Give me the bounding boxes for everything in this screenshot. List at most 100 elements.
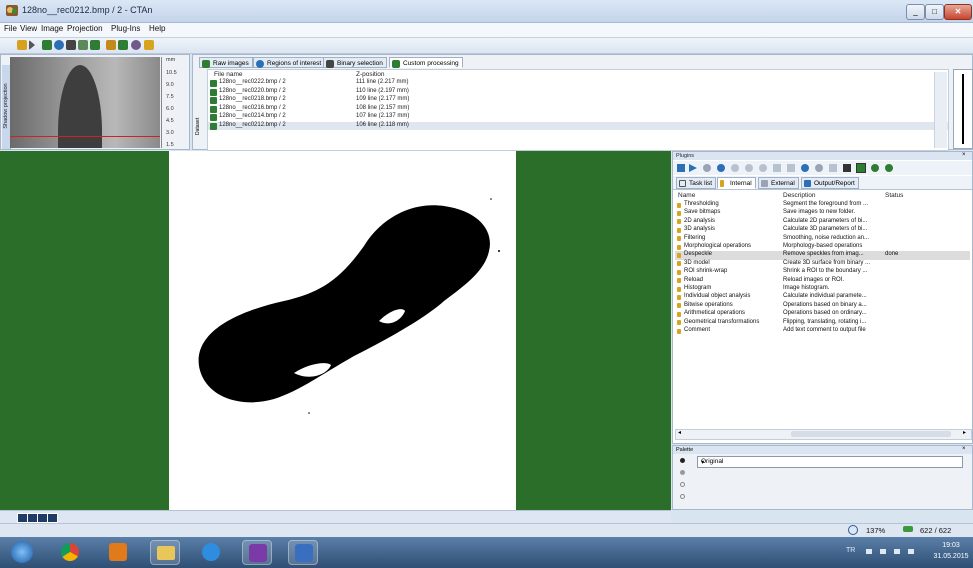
column-status[interactable]: Status [885,192,903,199]
plugins-close-icon[interactable]: × [962,152,966,158]
tab-regions-of-interest[interactable]: Regions of interest [253,57,326,68]
open-folder-icon[interactable] [17,40,27,50]
roi-icon[interactable] [54,40,64,50]
file-row[interactable]: 128no__rec0218.bmp / 2 109 line (2.177 mm… [208,96,948,105]
menu-help[interactable]: Help [149,24,165,33]
minimize-button[interactable]: _ [906,4,925,20]
close-button[interactable]: ✕ [944,4,972,20]
plugin-row[interactable]: Despeckle Remove speckles from imag... don… [675,251,970,260]
taskbar-chrome[interactable] [55,540,85,565]
up-icon[interactable] [731,164,739,172]
plugin-row[interactable]: ROI shrink-wrap Shrink a ROI to the bound… [675,268,970,276]
menu-file[interactable]: File [4,24,17,33]
plugin-row[interactable]: Morphological operations Morphology-based… [675,243,970,251]
paste-icon[interactable] [787,164,795,172]
tab-task-list[interactable]: Task list [676,177,717,189]
report-icon[interactable] [885,164,893,172]
plugin-list-hscrollbar[interactable]: ◂ ▸ [675,429,972,440]
settings-icon[interactable] [703,164,711,172]
refresh-icon[interactable] [815,164,823,172]
down-icon[interactable] [745,164,753,172]
tray-arrow-icon[interactable] [866,549,872,554]
palette-original-icon[interactable] [680,458,685,463]
add-icon[interactable] [717,164,725,172]
plugin-row[interactable]: Geometrical transformations Flipping, tra… [675,319,970,327]
zoom-icon[interactable] [848,525,858,535]
slice-image[interactable] [169,151,516,510]
column-description[interactable]: Description [783,192,816,199]
menu-plugins[interactable]: Plug-Ins [111,24,140,33]
export-icon[interactable] [871,164,879,172]
taskbar-app[interactable] [288,540,318,565]
file-row[interactable]: 128no__rec0222.bmp / 2 111 line (2.217 mm… [208,79,948,88]
raw-images-icon[interactable] [42,40,52,50]
palette-close-icon[interactable]: × [962,446,966,452]
image-view[interactable] [0,151,671,510]
column-z-position[interactable]: Z-position [356,71,385,78]
lasso-icon[interactable] [131,40,141,50]
custom-icon[interactable] [78,40,88,50]
undo-icon[interactable] [801,164,809,172]
file-list-scrollbar[interactable] [934,72,947,148]
menu-projection[interactable]: Projection [67,24,103,33]
tray-flag-icon[interactable] [880,549,886,554]
tab-raw-images[interactable]: Raw images [199,57,253,68]
tray-volume-icon[interactable] [908,549,914,554]
tab-output-report[interactable]: Output/Report [801,177,859,189]
file-row[interactable]: 128no__rec0216.bmp / 2 108 line (2.157 mm… [208,105,948,114]
toggle-green-icon[interactable] [856,163,866,173]
tab-internal[interactable]: Internal [717,177,756,189]
palette-mode-icon[interactable] [680,494,685,499]
plugin-row[interactable]: 3D model Create 3D surface from binary ..… [675,260,970,268]
copy-icon[interactable] [773,164,781,172]
start-button[interactable] [7,540,37,565]
palette-select[interactable]: Original ▾ [697,456,963,468]
model-icon[interactable] [118,40,128,50]
menu-image[interactable]: Image [41,24,63,33]
plugin-row[interactable]: Histogram Image histogram. [675,285,970,293]
taskbar-explorer[interactable] [150,540,180,565]
intensity-ramp[interactable] [953,69,973,149]
plugin-row[interactable]: Individual object analysis Calculate indi… [675,293,970,301]
scroll-thumb[interactable] [791,431,951,437]
plugin-row[interactable]: 2D analysis Calculate 2D parameters of bi… [675,218,970,226]
palette-mode-icon[interactable] [680,482,685,487]
column-file-name[interactable]: File name [214,71,243,78]
tab-binary-selection[interactable]: Binary selection [323,57,387,68]
plugin-row[interactable]: Bitwise operations Operations based on bi… [675,302,970,310]
column-name[interactable]: Name [678,192,695,199]
plugin-row[interactable]: Thresholding Segment the foreground from … [675,201,970,209]
shadow-projection-image[interactable] [10,57,160,148]
delete-icon[interactable] [759,164,767,172]
help-icon[interactable] [144,40,154,50]
process-icon[interactable] [90,40,100,50]
first-icon[interactable] [677,164,685,172]
view-mode-button[interactable] [47,513,58,523]
taskbar-ctan[interactable] [242,540,272,565]
binoculars-icon[interactable] [843,164,851,172]
scroll-left-icon[interactable]: ◂ [678,429,681,436]
taskbar-outlook[interactable] [103,540,133,565]
plugin-row[interactable]: Comment Add text comment to output file [675,327,970,335]
tray-time[interactable]: 19:03 [932,542,970,549]
scroll-right-icon[interactable]: ▸ [963,429,966,436]
tray-language[interactable]: TR [846,547,855,554]
next-icon[interactable] [29,40,35,50]
slice-position-line[interactable] [10,136,160,137]
file-row[interactable]: 128no__rec0220.bmp / 2 110 line (2.197 mm… [208,88,948,97]
tab-custom-processing[interactable]: Custom processing [389,57,463,68]
plugin-row[interactable]: Save bitmaps Save images to new folder. [675,209,970,217]
taskbar-ie[interactable] [196,540,226,565]
maximize-button[interactable]: □ [925,4,944,20]
menu-view[interactable]: View [20,24,37,33]
tab-external[interactable]: External [758,177,799,189]
file-row[interactable]: 128no__rec0214.bmp / 2 107 line (2.137 mm… [208,113,948,122]
plugin-row[interactable]: Reload Reload images or ROI. [675,277,970,285]
tray-date[interactable]: 31.05.2015 [932,553,970,560]
plugin-row[interactable]: 3D analysis Calculate 3D parameters of bi… [675,226,970,234]
chart-icon[interactable] [106,40,116,50]
palette-mode-icon[interactable] [680,470,685,475]
plugin-row[interactable]: Filtering Smoothing, noise reduction an..… [675,235,970,243]
plugin-row[interactable]: Arithmetical operations Operations based … [675,310,970,318]
file-row[interactable]: 128no__rec0212.bmp / 2 106 line (2.118 mm… [208,121,948,130]
